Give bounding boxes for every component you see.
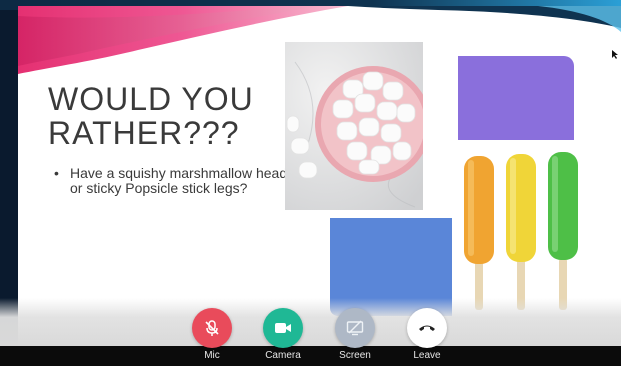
mic-off-icon — [205, 320, 219, 336]
bullet-icon: • — [54, 165, 59, 181]
slide-title-line2: RATHER??? — [48, 115, 240, 151]
slide-title: WOULD YOU RATHER??? — [48, 82, 298, 150]
leave-button[interactable] — [407, 308, 447, 348]
screen-label: Screen — [339, 350, 371, 361]
meeting-controls-bar: Mic Camera Screen Leave — [0, 298, 621, 361]
camera-control[interactable]: Camera — [253, 308, 313, 362]
phone-hangup-icon — [419, 325, 435, 331]
mic-button[interactable] — [192, 308, 232, 348]
camera-button[interactable] — [263, 308, 303, 348]
video-camera-icon — [275, 323, 291, 333]
marshmallow-image — [285, 42, 423, 210]
slide-canvas: WOULD YOU RATHER??? • Have a squishy mar… — [18, 6, 621, 348]
popsicles-image — [464, 152, 578, 310]
presentation-window: WOULD YOU RATHER??? • Have a squishy mar… — [0, 0, 621, 366]
bullet-text: Have a squishy marshmallow head or stick… — [70, 165, 288, 196]
purple-color-block — [458, 56, 574, 140]
slide-title-line1: WOULD YOU — [48, 81, 254, 117]
screen-share-off-icon — [346, 320, 364, 336]
leave-label: Leave — [413, 350, 441, 361]
screen-button[interactable] — [335, 308, 375, 348]
mic-control[interactable]: Mic — [182, 308, 242, 362]
mouse-cursor-icon — [612, 50, 618, 59]
mic-label: Mic — [204, 350, 220, 361]
camera-label: Camera — [265, 350, 301, 361]
leave-control[interactable]: Leave — [397, 308, 457, 362]
screen-control[interactable]: Screen — [325, 308, 385, 362]
